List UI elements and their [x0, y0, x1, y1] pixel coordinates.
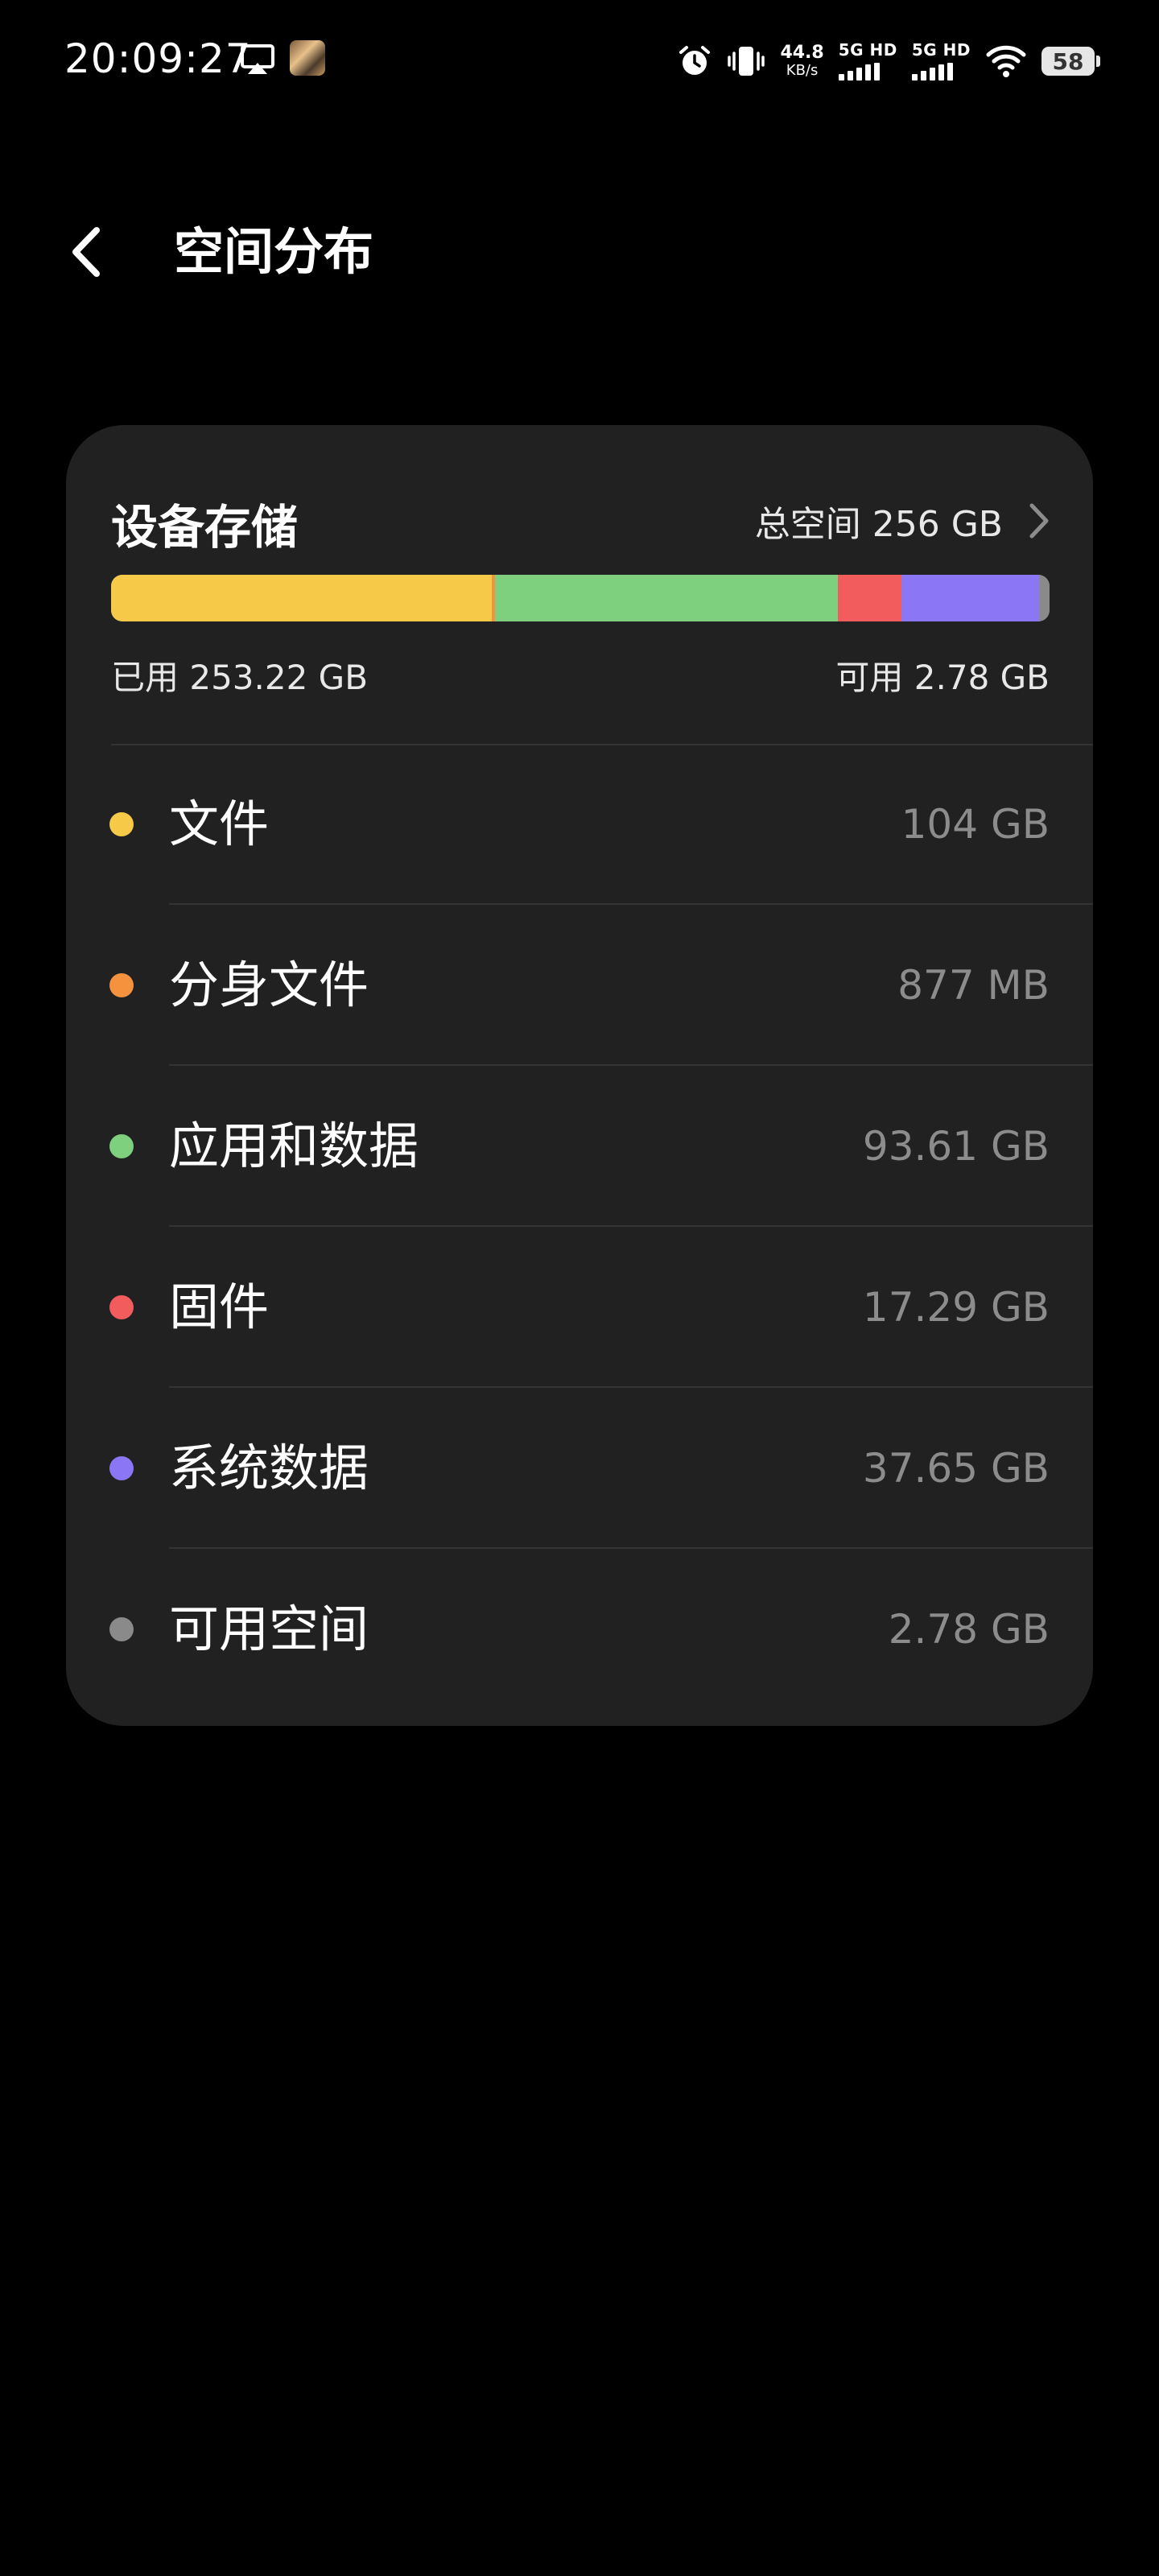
sim1-label: 5G HD [838, 40, 897, 60]
battery-icon: 58 [1041, 47, 1100, 76]
category-size: 104 GB [901, 801, 1050, 848]
signal-sim2: 5G HD [911, 40, 971, 80]
category-row-files[interactable]: 文件 104 GB [66, 744, 1093, 905]
chevron-left-icon [72, 227, 100, 277]
category-row-firmware[interactable]: 固件 17.29 GB [66, 1227, 1093, 1388]
storage-usage-bar [111, 575, 1050, 621]
signal-icon [911, 63, 953, 80]
category-size: 2.78 GB [888, 1606, 1050, 1653]
used-space-label: 已用 253.22 GB [111, 658, 369, 697]
usage-bar-segment [111, 575, 493, 621]
sim2-label: 5G HD [911, 40, 971, 60]
status-time: 20:09:27 [64, 35, 252, 82]
signal-icon [838, 63, 880, 80]
storage-card-header: 设备存储 总空间 256 GB [111, 493, 1051, 557]
usage-bar-segment [901, 575, 1040, 621]
category-row-system-data[interactable]: 系统数据 37.65 GB [66, 1388, 1093, 1549]
app-notification-icon [290, 40, 325, 76]
usage-bar-segment [495, 575, 839, 621]
cast-icon [241, 44, 274, 74]
category-name: 文件 [169, 795, 270, 853]
vibrate-icon [728, 47, 765, 76]
category-size: 37.65 GB [862, 1445, 1050, 1492]
total-space-link[interactable]: 总空间 256 GB [755, 493, 1051, 549]
alarm-icon [679, 46, 711, 75]
wifi-icon [986, 45, 1026, 77]
category-row-free-space[interactable]: 可用空间 2.78 GB [66, 1549, 1093, 1710]
network-speed: 44.8 KB/s [780, 44, 823, 78]
back-button[interactable] [66, 216, 122, 288]
category-color-dot [109, 973, 134, 997]
category-color-dot [109, 1295, 134, 1319]
category-size: 877 MB [897, 962, 1050, 1009]
category-color-dot [109, 1617, 134, 1641]
category-name: 固件 [169, 1278, 270, 1336]
available-space-label: 可用 2.78 GB [835, 658, 1050, 697]
category-color-dot [109, 812, 134, 836]
storage-title: 设备存储 [111, 500, 299, 555]
status-bar: 20:09:27 44.8 KB/s 5G HD 5G HD 58 [0, 0, 1159, 121]
category-name: 应用和数据 [169, 1117, 419, 1175]
network-speed-unit: KB/s [786, 62, 819, 79]
category-name: 分身文件 [169, 956, 369, 1014]
storage-summary: 已用 253.22 GB 可用 2.78 GB [111, 650, 1050, 699]
category-size: 17.29 GB [862, 1284, 1050, 1331]
category-color-dot [109, 1134, 134, 1158]
usage-bar-segment [1039, 575, 1050, 621]
category-row-clone-files[interactable]: 分身文件 877 MB [66, 905, 1093, 1066]
signal-sim1: 5G HD [838, 40, 897, 80]
network-speed-value: 44.8 [780, 43, 824, 63]
battery-level: 58 [1052, 47, 1084, 75]
total-space-label: 总空间 256 GB [754, 504, 1003, 545]
page-title: 空间分布 [174, 222, 374, 281]
category-name: 系统数据 [169, 1439, 369, 1497]
category-size: 93.61 GB [862, 1123, 1050, 1170]
category-color-dot [109, 1456, 134, 1480]
category-row-apps-data[interactable]: 应用和数据 93.61 GB [66, 1066, 1093, 1227]
chevron-right-icon [1029, 503, 1049, 539]
status-icons: 44.8 KB/s 5G HD 5G HD 58 [677, 39, 1100, 84]
storage-card: 设备存储 总空间 256 GB 已用 253.22 GB 可用 2.78 GB … [66, 425, 1093, 1726]
usage-bar-segment [838, 575, 901, 621]
category-name: 可用空间 [169, 1600, 369, 1658]
